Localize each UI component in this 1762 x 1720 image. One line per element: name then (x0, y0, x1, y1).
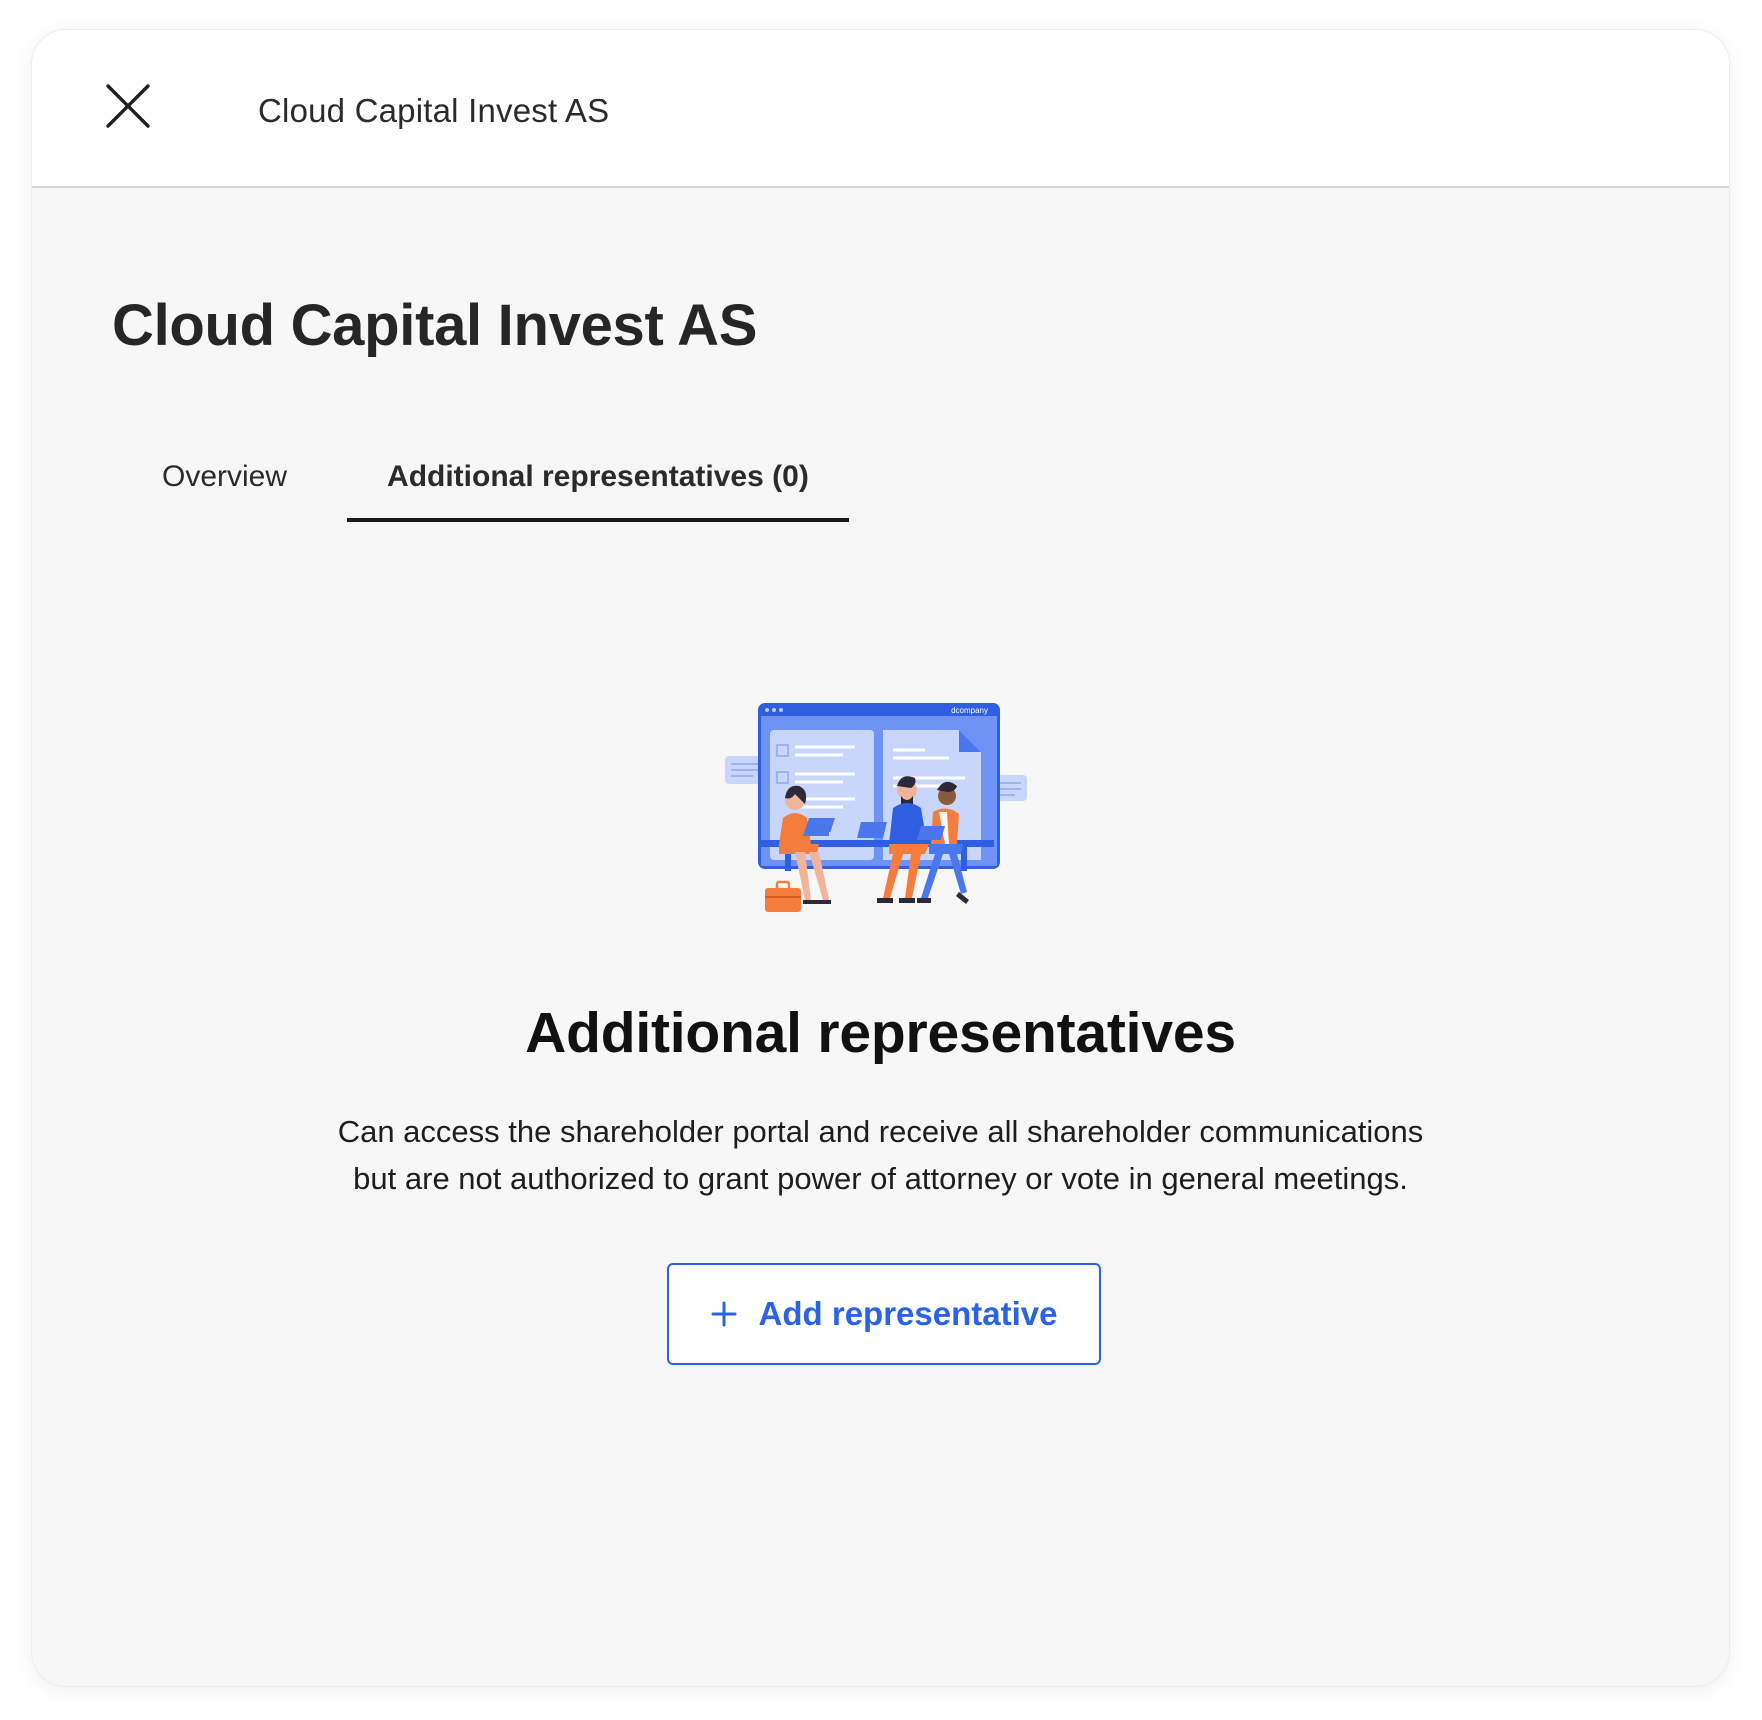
tab-additional-representatives[interactable]: Additional representatives (0) (347, 428, 849, 522)
tab-bar: Overview Additional representatives (0) (112, 428, 849, 522)
illustration-brand: dcompany (951, 706, 988, 715)
close-button[interactable] (100, 78, 156, 134)
empty-state-description: Can access the shareholder portal and re… (232, 1108, 1529, 1202)
dialog-header: Cloud Capital Invest AS (32, 30, 1729, 188)
header-title: Cloud Capital Invest AS (258, 92, 610, 129)
description-line-1: Can access the shareholder portal and re… (337, 1114, 1424, 1149)
representatives-dialog: Cloud Capital Invest AS Cloud Capital In… (32, 30, 1729, 1686)
empty-state-title: Additional representatives (525, 1001, 1236, 1065)
plus-icon (711, 1301, 737, 1327)
tab-overview[interactable]: Overview (112, 428, 347, 522)
page-title: Cloud Capital Invest AS (112, 293, 758, 358)
close-icon (106, 84, 150, 128)
add-representative-label: Add representative (758, 1295, 1058, 1332)
description-line-2: but are not authorized to grant power of… (353, 1161, 1408, 1196)
team-meeting-illustration: dcompany (725, 703, 1027, 912)
add-representative-button[interactable]: Add representative (667, 1263, 1101, 1365)
